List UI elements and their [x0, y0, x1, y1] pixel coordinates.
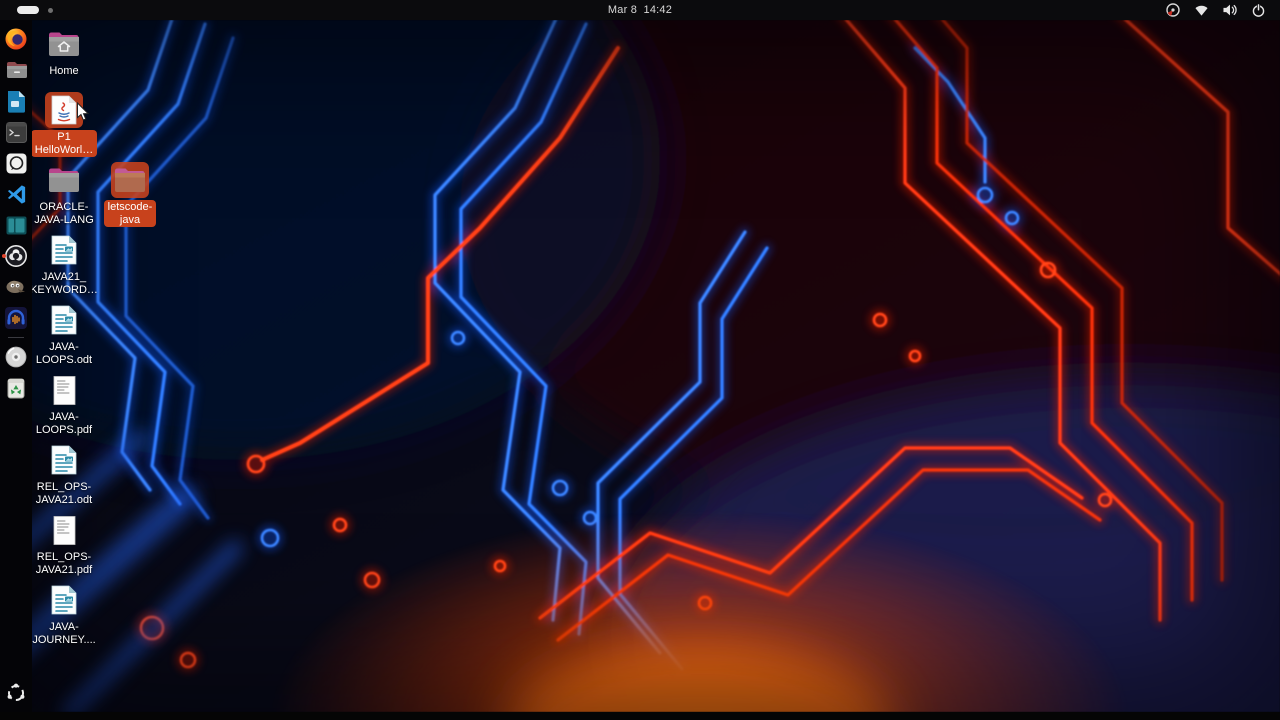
workspace-dot [48, 7, 53, 13]
odt-document-icon [45, 442, 83, 478]
desktop-icon-java-journey[interactable]: JAVA- JOURNEY.... [30, 582, 98, 647]
desktop-icon-label: REL_OPS- JAVA21.odt [35, 481, 93, 506]
desktop-icon-java-loops-pdf[interactable]: JAVA- LOOPS.pdf [30, 372, 98, 437]
dock-item-chat-app[interactable] [3, 150, 29, 176]
dock-item-vscode[interactable] [3, 181, 29, 207]
dock-item-firefox[interactable] [3, 26, 29, 52]
odt-document-icon [45, 232, 83, 268]
workspace-indicator[interactable] [17, 0, 53, 20]
vscode-icon [7, 184, 25, 204]
desktop-icon-rel-ops-java21-odt[interactable]: REL_OPS- JAVA21.odt [30, 442, 98, 507]
desktop-icon-label: letscode- java [103, 200, 157, 227]
desktop-icon-oracle-java-lang[interactable]: ORACLE- JAVA-LANG [30, 162, 98, 227]
optical-disc-icon [5, 346, 27, 368]
terminal-icon [5, 121, 27, 143]
volume-icon[interactable] [1222, 3, 1238, 17]
dock [0, 20, 32, 712]
dock-item-gimp[interactable] [3, 274, 29, 300]
pdf-document-icon [45, 512, 83, 548]
firefox-icon [5, 28, 27, 50]
system-tray[interactable] [1165, 0, 1266, 20]
odt-document-icon [45, 582, 83, 618]
home-folder-icon [45, 26, 83, 62]
libreoffice-icon [8, 91, 25, 113]
audacity-icon [5, 307, 27, 329]
desktop-icon-label: JAVA21_ KEYWORD… [30, 271, 98, 296]
obs-studio-icon [5, 245, 27, 267]
dock-divider [8, 337, 24, 338]
desktop-icon-label: JAVA- JOURNEY.... [32, 621, 96, 646]
odt-document-icon [45, 302, 83, 338]
show-applications-button[interactable] [3, 680, 29, 706]
desktop-icon-java-loops-odt[interactable]: JAVA- LOOPS.odt [30, 302, 98, 367]
desktop-icon-label: REL_OPS- JAVA21.pdf [35, 551, 93, 576]
wifi-icon[interactable] [1194, 3, 1209, 17]
dock-item-audacity[interactable] [3, 305, 29, 331]
dock-item-obs-studio[interactable] [2, 243, 29, 269]
java-file-icon [45, 92, 83, 128]
active-workspace-pill [17, 6, 39, 14]
teal-panels-app-icon [6, 216, 26, 234]
power-icon[interactable] [1251, 3, 1266, 18]
folder-icon [111, 162, 149, 198]
desktop-icon-java21-keywords[interactable]: JAVA21_ KEYWORD… [30, 232, 98, 297]
dock-item-libreoffice[interactable] [3, 88, 29, 114]
desktop-icon-label: JAVA- LOOPS.pdf [35, 411, 93, 436]
bottom-letterbox [0, 712, 1280, 720]
clock[interactable]: Mar 8 14:42 [0, 0, 1280, 20]
desktop-icon-label: JAVA- LOOPS.odt [35, 341, 93, 366]
desktop-icon-home[interactable]: Home [30, 26, 98, 79]
circuit-wallpaper-art [0, 20, 1280, 712]
running-indicator [2, 254, 6, 258]
desktop-icon-p1-helloworld[interactable]: P1 HelloWorl… [30, 92, 98, 157]
desktop-icon-label: P1 HelloWorl… [30, 130, 98, 157]
trash-icon [7, 378, 25, 399]
dock-item-terminal[interactable] [3, 119, 29, 145]
desktop-wallpaper [0, 20, 1280, 712]
dock-item-panels-app[interactable] [3, 212, 29, 238]
show-applications-icon [7, 683, 25, 701]
gimp-icon [6, 280, 25, 293]
desktop-icon-letscode-java[interactable]: letscode- java [96, 162, 164, 227]
dock-item-optical-disc[interactable] [3, 344, 29, 370]
desktop-icon-rel-ops-java21-pdf[interactable]: REL_OPS- JAVA21.pdf [30, 512, 98, 577]
recorder-indicator-icon[interactable] [1165, 2, 1181, 18]
file-manager-icon [7, 62, 27, 78]
folder-icon [45, 162, 83, 198]
dock-item-file-manager[interactable] [3, 57, 29, 83]
desktop-icon-label: Home [49, 65, 79, 77]
pdf-document-icon [45, 372, 83, 408]
desktop-icon-label: ORACLE- JAVA-LANG [34, 201, 94, 226]
chat-app-icon [6, 153, 26, 173]
top-bar: Mar 8 14:42 [0, 0, 1280, 20]
dock-item-trash[interactable] [3, 375, 29, 401]
